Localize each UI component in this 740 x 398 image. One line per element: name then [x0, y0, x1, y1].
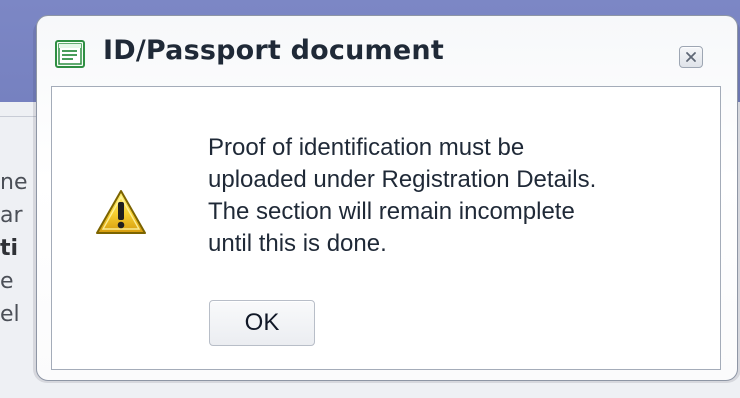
- message-line-4: until this is done.: [208, 230, 387, 257]
- message-line-2: uploaded under Registration Details.: [208, 166, 597, 193]
- close-icon: [686, 52, 696, 62]
- ok-button[interactable]: OK: [209, 300, 315, 346]
- dialog-title: ID/Passport document: [103, 35, 444, 66]
- dialog-titlebar[interactable]: ID/Passport document: [37, 16, 737, 86]
- message-line-1: Proof of identification must be: [208, 134, 525, 161]
- message-line-3: The section will remain incomplete: [208, 198, 575, 225]
- document-window-icon: [55, 40, 85, 68]
- close-button[interactable]: [679, 46, 703, 68]
- warning-icon: [94, 188, 148, 236]
- dialog-message: Proof of identification must be uploaded…: [208, 132, 678, 260]
- screen: ne ar ti e el ID/Passport document Proof…: [0, 0, 740, 398]
